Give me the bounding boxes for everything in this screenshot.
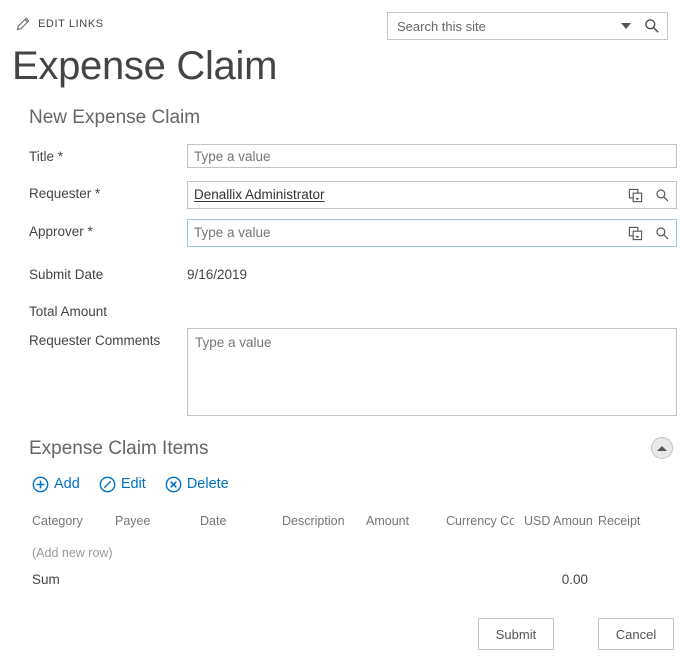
sum-label: Sum xyxy=(32,570,60,590)
submit-button[interactable]: Submit xyxy=(478,618,554,650)
column-header-usd-amount[interactable]: USD Amount xyxy=(524,511,592,531)
edit-links-button[interactable]: EDIT LINKS xyxy=(16,17,104,31)
requester-comments-textarea[interactable] xyxy=(187,328,677,416)
add-button[interactable]: Add xyxy=(32,475,80,493)
address-book-icon[interactable] xyxy=(622,182,648,208)
column-header-payee[interactable]: Payee xyxy=(115,511,187,531)
browse-search-icon[interactable] xyxy=(648,220,676,246)
total-amount-value xyxy=(187,299,675,301)
requester-control: Denallix Administrator xyxy=(187,181,677,209)
close-circle-icon xyxy=(165,476,182,493)
form-heading: New Expense Claim xyxy=(29,105,200,131)
edit-links-label: EDIT LINKS xyxy=(38,18,104,30)
chevron-up-icon xyxy=(657,446,667,451)
chevron-down-icon[interactable] xyxy=(615,13,637,39)
add-new-row[interactable]: (Add new row) xyxy=(32,543,113,563)
submit-date-value: 9/16/2019 xyxy=(187,262,675,286)
edit-button[interactable]: Edit xyxy=(99,475,146,493)
column-header-description[interactable]: Description xyxy=(282,511,362,531)
field-row-requester: Requester * Denallix Administrator xyxy=(29,181,675,209)
collapse-section-button[interactable] xyxy=(651,437,673,459)
table-header-row: Category Payee Date Description Amount C… xyxy=(0,511,684,535)
submit-date-control: 9/16/2019 xyxy=(187,262,675,286)
sum-value: 0.00 xyxy=(524,570,588,590)
table-sum-row: Sum 0.00 xyxy=(0,570,684,592)
requester-people-picker[interactable]: Denallix Administrator xyxy=(187,181,677,209)
total-amount-control xyxy=(187,299,675,301)
expense-claim-items-heading: Expense Claim Items xyxy=(29,436,209,462)
column-header-receipt[interactable]: Receipt xyxy=(598,511,660,531)
browse-search-icon[interactable] xyxy=(648,182,676,208)
top-bar: EDIT LINKS xyxy=(0,0,684,46)
expense-items-table: Category Payee Date Description Amount C… xyxy=(0,511,684,535)
submit-date-label: Submit Date xyxy=(29,262,187,286)
total-amount-label: Total Amount xyxy=(29,299,187,323)
field-row-title: Title * xyxy=(29,144,675,168)
requester-value[interactable]: Denallix Administrator xyxy=(188,182,622,208)
column-header-date[interactable]: Date xyxy=(200,511,272,531)
page-title: Expense Claim xyxy=(12,42,277,90)
delete-label: Delete xyxy=(187,475,229,493)
field-row-total-amount: Total Amount xyxy=(29,299,675,323)
items-toolbar: Add Edit Delete xyxy=(32,475,229,493)
column-header-currency-code[interactable]: Currency Code xyxy=(446,511,514,531)
field-row-requester-comments: Requester Comments xyxy=(29,328,675,421)
column-header-amount[interactable]: Amount xyxy=(366,511,432,531)
approver-people-picker[interactable]: Type a value xyxy=(187,219,677,247)
plus-circle-icon xyxy=(32,476,49,493)
title-input[interactable] xyxy=(187,144,677,168)
requester-comments-control xyxy=(187,328,677,421)
delete-button[interactable]: Delete xyxy=(165,475,229,493)
address-book-icon[interactable] xyxy=(622,220,648,246)
column-header-category[interactable]: Category xyxy=(32,511,112,531)
approver-control: Type a value xyxy=(187,219,677,247)
requester-label: Requester * xyxy=(29,181,187,205)
requester-comments-label: Requester Comments xyxy=(29,328,187,352)
title-label: Title * xyxy=(29,144,187,168)
field-row-approver: Approver * Type a value xyxy=(29,219,675,247)
field-row-submit-date: Submit Date 9/16/2019 xyxy=(29,262,675,286)
edit-label: Edit xyxy=(121,475,146,493)
edit-circle-icon xyxy=(99,476,116,493)
footer-actions: Submit Cancel xyxy=(0,618,684,652)
pencil-icon xyxy=(16,17,30,31)
approver-label: Approver * xyxy=(29,219,187,243)
add-label: Add xyxy=(54,475,80,493)
approver-placeholder[interactable]: Type a value xyxy=(188,220,622,246)
search-box[interactable] xyxy=(387,12,668,40)
title-control xyxy=(187,144,677,168)
search-icon[interactable] xyxy=(637,13,667,39)
search-input[interactable] xyxy=(388,13,615,39)
cancel-button[interactable]: Cancel xyxy=(598,618,674,650)
